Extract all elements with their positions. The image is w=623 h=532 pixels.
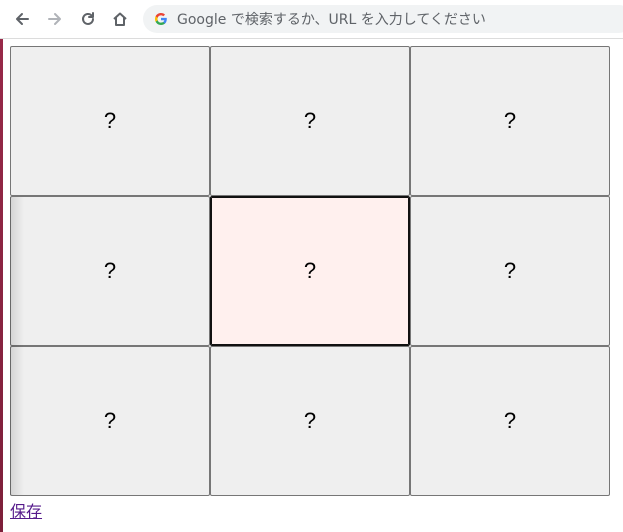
reload-button[interactable] [78, 9, 98, 29]
grid-cell[interactable]: ? [410, 46, 610, 196]
grid-cell[interactable]: ? [210, 46, 410, 196]
browser-toolbar: Google で検索するか、URL を入力してください [0, 0, 623, 39]
omnibox-placeholder: Google で検索するか、URL を入力してください [177, 12, 486, 28]
question-grid: ? ? ? ? ? ? ? ? ? [10, 46, 610, 496]
grid-cell[interactable]: ? [410, 346, 610, 496]
grid-cell[interactable]: ? [210, 346, 410, 496]
forward-button[interactable] [45, 9, 65, 29]
google-g-icon [153, 11, 169, 27]
omnibox[interactable]: Google で検索するか、URL を入力してください [143, 5, 623, 33]
home-icon [113, 12, 127, 26]
grid-cell[interactable]: ? [10, 346, 210, 496]
grid-cell[interactable]: ? [10, 46, 210, 196]
arrow-left-icon [16, 13, 29, 25]
home-button[interactable] [110, 9, 130, 29]
save-link[interactable]: 保存 [10, 498, 42, 522]
back-button[interactable] [12, 9, 32, 29]
grid-cell[interactable]: ? [410, 196, 610, 346]
grid-cell[interactable]: ? [10, 196, 210, 346]
window-edge [0, 0, 3, 532]
arrow-right-icon [48, 13, 61, 25]
reload-icon [82, 12, 94, 25]
grid-cell-focused[interactable]: ? [210, 196, 410, 346]
